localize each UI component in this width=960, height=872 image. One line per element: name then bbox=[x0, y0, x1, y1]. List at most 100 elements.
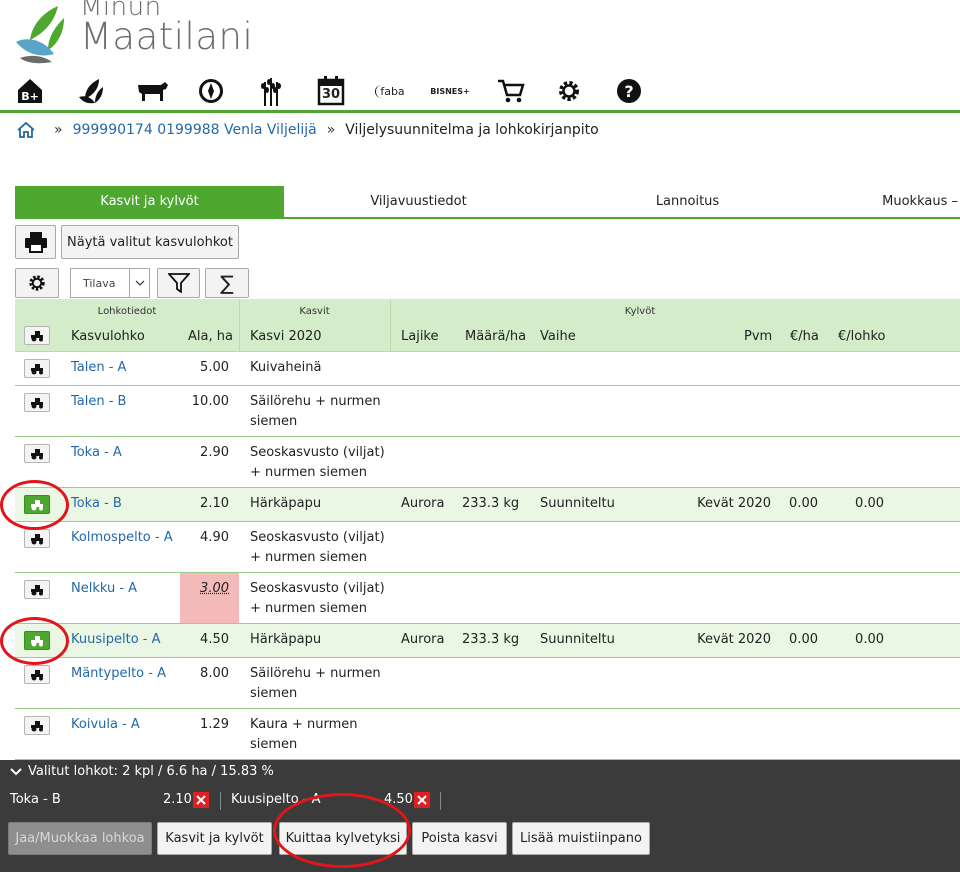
field-name-link[interactable]: Toka - B bbox=[71, 494, 122, 514]
leaves-icon[interactable] bbox=[74, 74, 108, 108]
table-row[interactable]: Mäntypelto - A 8.00 Säilörehu + nurmen s… bbox=[15, 658, 960, 709]
cow-icon[interactable] bbox=[134, 74, 170, 108]
tractor-button-active[interactable] bbox=[24, 495, 50, 514]
home-icon[interactable] bbox=[16, 121, 36, 139]
breadcrumb-farm-link[interactable]: 999990174 0199988 Venla Viljelijä bbox=[73, 122, 317, 138]
field-name-link[interactable]: Talen - B bbox=[71, 392, 126, 412]
main-nav: B+ 30 faba BISNES+ ? bbox=[14, 74, 954, 108]
split-edit-field-button[interactable]: Jaa/Muokkaa lohkoa bbox=[8, 822, 152, 855]
col-eur-ha[interactable]: €/ha bbox=[790, 329, 819, 344]
group-lohkotiedot: Lohkotiedot bbox=[97, 306, 157, 317]
remove-selection-button[interactable] bbox=[414, 792, 430, 808]
tractor-button[interactable] bbox=[24, 665, 50, 684]
tractor-button[interactable] bbox=[24, 393, 50, 412]
table-row[interactable]: Koivula - A 1.29 Kaura + nurmen siemen bbox=[15, 709, 960, 760]
field-name-link[interactable]: Kuusipelto - A bbox=[71, 630, 161, 650]
view-select[interactable]: Tilava bbox=[70, 268, 150, 298]
tractor-button[interactable] bbox=[24, 580, 50, 599]
close-icon bbox=[417, 795, 427, 805]
tractor-button[interactable] bbox=[24, 529, 50, 548]
field-area: 5.00 bbox=[200, 360, 229, 375]
field-table: Lohkotiedot Kasvit Kylvöt Kasvulohko Ala… bbox=[15, 299, 960, 760]
tractor-all-button[interactable] bbox=[24, 326, 50, 345]
col-lajike[interactable]: Lajike bbox=[401, 329, 439, 344]
close-icon bbox=[196, 795, 206, 805]
mark-as-sown-button[interactable]: Kuittaa kylvetyksi bbox=[279, 822, 407, 855]
col-pvm[interactable]: Pvm bbox=[744, 329, 772, 344]
faba-text: faba bbox=[375, 84, 405, 98]
svg-text:?: ? bbox=[624, 82, 633, 101]
svg-text:B+: B+ bbox=[21, 90, 39, 103]
tab-kasvit-ja-kylvot[interactable]: Kasvit ja kylvöt bbox=[15, 186, 284, 217]
cost-per-ha: 0.00 bbox=[789, 496, 818, 511]
crops-and-sowing-button[interactable]: Kasvit ja kylvöt bbox=[157, 822, 272, 855]
filter-button[interactable] bbox=[157, 268, 200, 298]
chip-divider bbox=[220, 792, 221, 810]
add-note-button[interactable]: Lisää muistiinpano bbox=[512, 822, 650, 855]
crop-name: Seoskasvusto (viljat) bbox=[250, 581, 385, 596]
b-plus-icon[interactable]: B+ bbox=[14, 74, 48, 108]
crop-name: Säilörehu + nurmen bbox=[250, 394, 381, 409]
app-logo[interactable]: Minun Maatilani bbox=[14, 0, 274, 64]
calendar-icon[interactable]: 30 bbox=[314, 74, 348, 108]
cost-per-field: 0.00 bbox=[855, 496, 884, 511]
table-row[interactable]: Talen - A 5.00 Kuivaheinä bbox=[15, 352, 960, 386]
selected-field-area: 4.50 bbox=[384, 792, 413, 807]
amount: 233.3 kg bbox=[462, 632, 520, 647]
tractor-button[interactable] bbox=[24, 359, 50, 378]
col-ala[interactable]: Ala, ha bbox=[188, 329, 233, 344]
chevron-down-icon bbox=[129, 269, 149, 297]
table-row-selected[interactable]: Toka - B 2.10 Härkäpapu Aurora 233.3 kg … bbox=[15, 488, 960, 522]
tractor-button[interactable] bbox=[24, 716, 50, 735]
leaves-logo-icon bbox=[16, 6, 64, 64]
header-divider bbox=[390, 299, 391, 351]
compass-icon[interactable] bbox=[194, 74, 228, 108]
field-name-link[interactable]: Talen - A bbox=[71, 358, 126, 378]
table-row[interactable]: Talen - B 10.00 Säilörehu + nurmen sieme… bbox=[15, 386, 960, 437]
header-divider bbox=[0, 110, 960, 113]
field-name-link[interactable]: Toka - A bbox=[71, 443, 122, 463]
filter-icon bbox=[167, 273, 190, 293]
col-vaihe[interactable]: Vaihe bbox=[540, 329, 576, 344]
field-name-link[interactable]: Mäntypelto - A bbox=[71, 664, 166, 684]
wheat-icon[interactable] bbox=[254, 74, 288, 108]
sow-date: Kevät 2020 bbox=[697, 496, 771, 511]
cart-icon[interactable] bbox=[494, 74, 528, 108]
field-name-link[interactable]: Kolmospelto - A bbox=[71, 528, 173, 548]
print-button[interactable] bbox=[15, 225, 56, 259]
show-selected-button[interactable]: Näytä valitut kasvulohkot bbox=[61, 225, 239, 259]
table-row-selected[interactable]: Kuusipelto - A 4.50 Härkäpapu Aurora 233… bbox=[15, 624, 960, 658]
col-kasvi[interactable]: Kasvi 2020 bbox=[250, 329, 322, 344]
tractor-button[interactable] bbox=[24, 444, 50, 463]
selection-summary-toggle[interactable]: Valitut lohkot: 2 kpl / 6.6 ha / 15.83 % bbox=[10, 764, 274, 779]
settings-button[interactable] bbox=[15, 268, 59, 298]
remove-crop-button[interactable]: Poista kasvi bbox=[412, 822, 507, 855]
header-divider bbox=[239, 299, 240, 351]
tractor-icon bbox=[31, 584, 43, 595]
tab-bar: Kasvit ja kylvöt Viljavuustiedot Lannoit… bbox=[15, 186, 960, 219]
col-eur-lohko[interactable]: €/lohko bbox=[838, 329, 885, 344]
table-row[interactable]: Nelkku - A 3.00 Seoskasvusto (viljat) + … bbox=[15, 573, 960, 624]
faba-logo-icon[interactable]: faba bbox=[370, 74, 410, 108]
field-area-warning[interactable]: 3.00 bbox=[165, 579, 229, 599]
tab-muokkaus[interactable]: Muokkaus – bbox=[822, 186, 960, 217]
table-row[interactable]: Kolmospelto - A 4.90 Seoskasvusto (vilja… bbox=[15, 522, 960, 573]
field-name-link[interactable]: Koivula - A bbox=[71, 715, 140, 735]
col-kasvulohko[interactable]: Kasvulohko bbox=[71, 329, 145, 344]
table-row[interactable]: Toka - A 2.90 Seoskasvusto (viljat) + nu… bbox=[15, 437, 960, 488]
col-maara[interactable]: Määrä/ha bbox=[465, 329, 526, 344]
breadcrumb-separator: » bbox=[326, 122, 336, 138]
tab-lannoitus[interactable]: Lannoitus bbox=[553, 186, 822, 217]
tractor-icon bbox=[31, 363, 43, 374]
field-area: 1.29 bbox=[200, 717, 229, 732]
selected-field-name: Toka - B bbox=[10, 792, 61, 807]
tractor-button-active[interactable] bbox=[24, 631, 50, 650]
help-icon[interactable]: ? bbox=[612, 74, 646, 108]
gear-icon[interactable] bbox=[552, 74, 586, 108]
tab-viljavuustiedot[interactable]: Viljavuustiedot bbox=[284, 186, 553, 217]
sum-button[interactable]: ∑ bbox=[205, 268, 249, 298]
amount: 233.3 kg bbox=[462, 496, 520, 511]
remove-selection-button[interactable] bbox=[193, 792, 209, 808]
field-name-link[interactable]: Nelkku - A bbox=[71, 579, 137, 599]
bisnes-logo-icon[interactable]: BISNES+ bbox=[430, 74, 470, 108]
